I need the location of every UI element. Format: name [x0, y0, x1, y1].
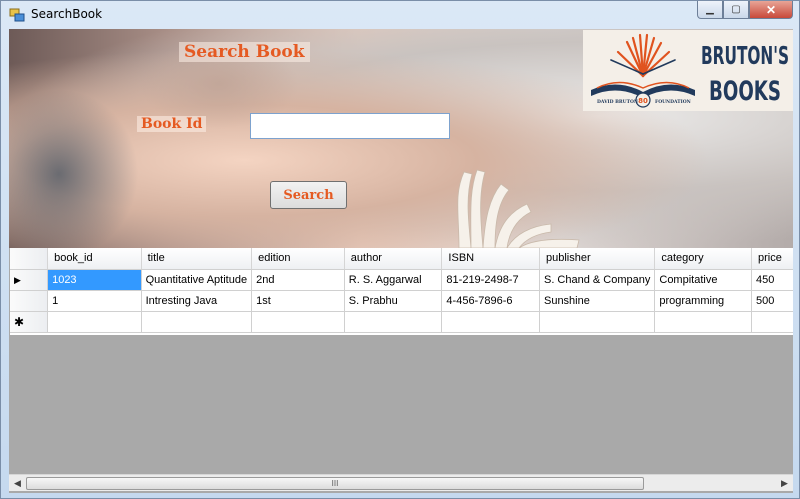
- table-cell[interactable]: [141, 311, 253, 333]
- corner-header[interactable]: [10, 248, 49, 270]
- table-cell[interactable]: 81-219-2498-7: [441, 269, 540, 291]
- table-cell[interactable]: [47, 311, 142, 333]
- maximize-icon: ▢: [731, 4, 741, 15]
- app-window: SearchBook ▁ ▢ ✕ Search Book Book Id Sea…: [0, 0, 800, 499]
- header-row: book_id title edition author ISBN publis…: [10, 248, 793, 270]
- client-area: Search Book Book Id Search 80 DAVID BRUT…: [9, 29, 793, 493]
- logo-tagline-left: DAVID BRUTON: [597, 99, 638, 105]
- page-heading: Search Book: [179, 42, 310, 62]
- app-icon: [9, 8, 25, 22]
- column-header-edition[interactable]: edition: [251, 248, 345, 270]
- books-table: book_id title edition author ISBN publis…: [10, 248, 793, 333]
- table-cell[interactable]: 4-456-7896-6: [441, 290, 540, 312]
- scroll-right-button[interactable]: ▶: [776, 475, 793, 492]
- book-id-label: Book Id: [137, 116, 207, 132]
- table-cell[interactable]: Quantitative Aptitude: [141, 269, 253, 291]
- search-button[interactable]: Search: [270, 181, 347, 209]
- scroll-left-button[interactable]: ◀: [9, 475, 26, 492]
- title-bar[interactable]: SearchBook ▁ ▢ ✕: [1, 1, 799, 29]
- table-cell[interactable]: [539, 311, 656, 333]
- row-header[interactable]: ▶: [10, 269, 49, 291]
- table-cell[interactable]: Sunshine: [539, 290, 656, 312]
- books-data-grid[interactable]: book_id title edition author ISBN publis…: [10, 248, 793, 335]
- scrollbar-thumb[interactable]: III: [26, 477, 644, 490]
- table-cell[interactable]: 450: [751, 269, 793, 291]
- table-cell[interactable]: R. S. Aggarwal: [344, 269, 443, 291]
- column-header-category[interactable]: category: [654, 248, 752, 270]
- book-id-input[interactable]: [250, 113, 450, 139]
- column-header-title[interactable]: title: [141, 248, 253, 270]
- table-row[interactable]: 1 Intresting Java 1st S. Prabhu 4-456-78…: [10, 290, 793, 312]
- open-book-image: [457, 169, 580, 248]
- column-header-isbn[interactable]: ISBN: [441, 248, 540, 270]
- table-cell[interactable]: 2nd: [251, 269, 345, 291]
- minimize-icon: ▁: [706, 4, 714, 15]
- table-cell[interactable]: 1023: [47, 269, 142, 291]
- logo-title-line1: BRUTON'S: [701, 41, 789, 70]
- caption-buttons: ▁ ▢ ✕: [697, 1, 793, 19]
- table-cell[interactable]: [654, 311, 752, 333]
- table-cell[interactable]: S. Prabhu: [344, 290, 443, 312]
- table-cell[interactable]: Compitative: [654, 269, 752, 291]
- table-cell[interactable]: 1: [47, 290, 142, 312]
- new-row[interactable]: ✱: [10, 311, 793, 333]
- horizontal-scrollbar[interactable]: ◀ III ▶: [9, 474, 793, 491]
- background-blur: [9, 89, 139, 248]
- logo-badge: 80: [638, 97, 648, 105]
- row-header[interactable]: [10, 290, 49, 312]
- banner-background: Search Book Book Id Search 80 DAVID BRUT…: [9, 29, 793, 248]
- row-header[interactable]: ✱: [10, 311, 49, 333]
- close-icon: ✕: [765, 2, 777, 17]
- table-cell[interactable]: programming: [654, 290, 752, 312]
- logo-tagline-right: FOUNDATION: [655, 99, 691, 105]
- table-cell[interactable]: [441, 311, 540, 333]
- logo-artwork: 80 DAVID BRUTON FOUNDATION BRUTON'S BOOK…: [591, 33, 789, 108]
- table-cell[interactable]: [251, 311, 345, 333]
- scroll-left-icon: ◀: [14, 478, 21, 488]
- table-cell[interactable]: [751, 311, 793, 333]
- maximize-button[interactable]: ▢: [723, 1, 749, 19]
- column-header-price[interactable]: price: [751, 248, 793, 270]
- table-cell[interactable]: 500: [751, 290, 793, 312]
- window-title: SearchBook: [31, 7, 103, 21]
- column-header-author[interactable]: author: [344, 248, 443, 270]
- scrollbar-grip: III: [331, 479, 339, 488]
- table-cell[interactable]: Intresting Java: [141, 290, 253, 312]
- table-cell[interactable]: S. Chand & Company: [539, 269, 656, 291]
- new-row-icon: ✱: [14, 314, 25, 329]
- table-cell[interactable]: [344, 311, 443, 333]
- current-row-icon: ▶: [14, 274, 21, 285]
- table-row[interactable]: ▶ 1023 Quantitative Aptitude 2nd R. S. A…: [10, 269, 793, 291]
- logo-title-line2: BOOKS: [709, 76, 781, 107]
- minimize-button[interactable]: ▁: [697, 1, 723, 19]
- column-header-publisher[interactable]: publisher: [539, 248, 656, 270]
- table-cell[interactable]: 1st: [251, 290, 345, 312]
- brand-logo: 80 DAVID BRUTON FOUNDATION BRUTON'S BOOK…: [583, 30, 793, 111]
- scroll-right-icon: ▶: [781, 478, 788, 488]
- column-header-book-id[interactable]: book_id: [47, 248, 142, 270]
- close-button[interactable]: ✕: [749, 1, 793, 19]
